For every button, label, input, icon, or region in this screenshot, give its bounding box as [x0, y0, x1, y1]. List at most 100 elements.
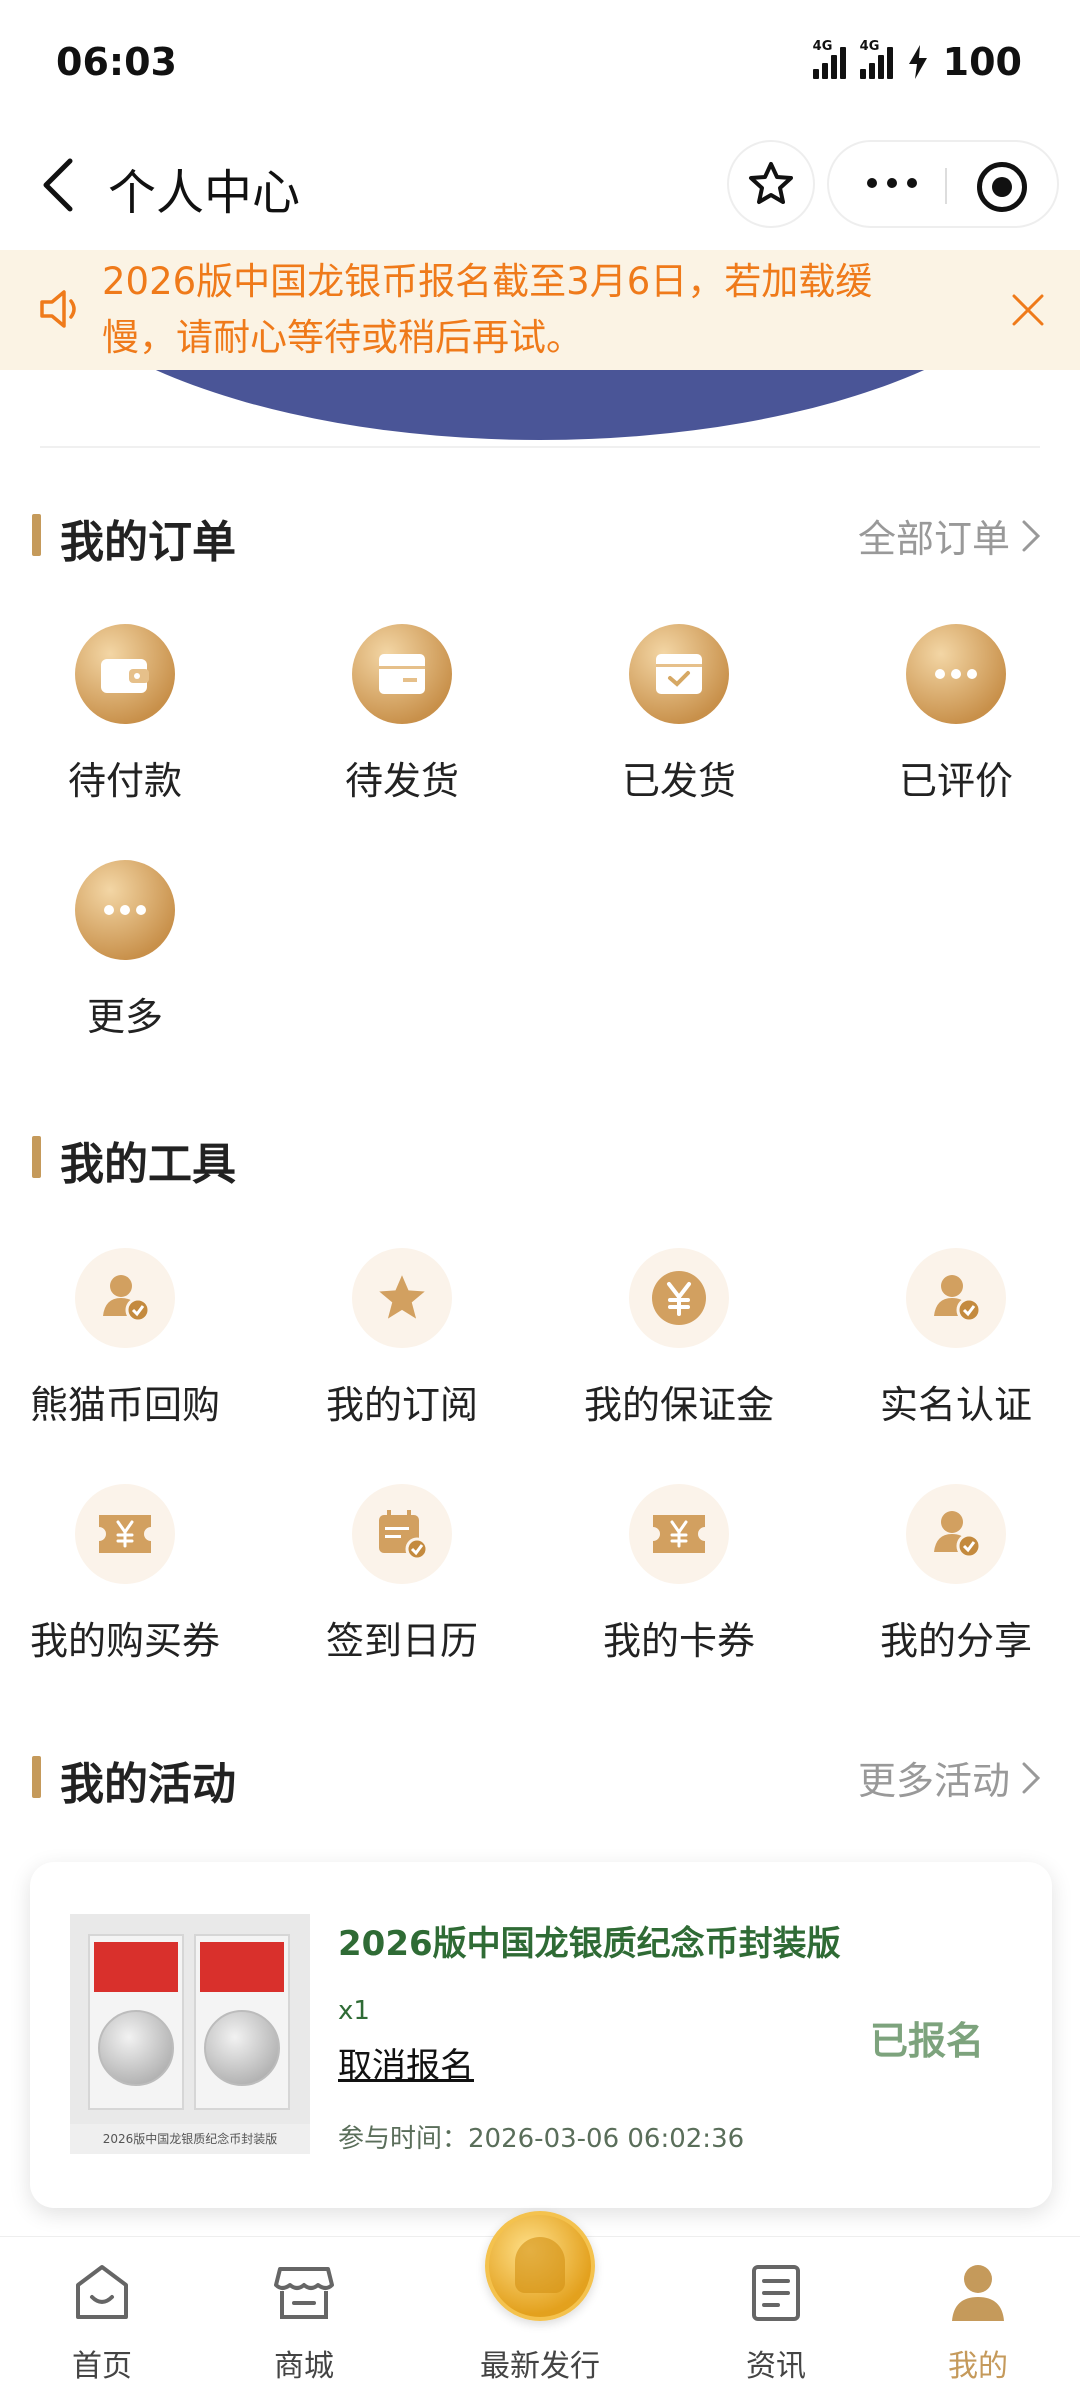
- time-value: 2026-03-06 06:02:36: [468, 2124, 745, 2154]
- close-icon[interactable]: [1008, 290, 1048, 330]
- tools-title: 我的工具: [60, 1139, 236, 1190]
- tool-item-label: 我的购买券: [29, 1619, 220, 1663]
- section-accent-bar: [32, 514, 41, 556]
- tool-item-label: 我的分享: [879, 1619, 1032, 1663]
- notice-banner: 2026版中国龙银币报名截至3月6日，若加载缓慢，请耐心等待或稍后再试。: [0, 250, 1080, 370]
- activities-title: 我的活动: [60, 1759, 236, 1810]
- orders-title: 我的订单: [60, 517, 236, 568]
- chat-dots-icon: [906, 624, 1006, 724]
- cellular-signal-icon: 4G: [812, 39, 846, 79]
- activity-time: 参与时间：2026-03-06 06:02:36: [338, 2118, 744, 2155]
- back-arrow-icon[interactable]: [36, 155, 86, 215]
- favorite-button[interactable]: [727, 140, 815, 228]
- tool-item-deposit[interactable]: 我的保证金: [544, 1248, 814, 1438]
- navigation-bar: 个人中心: [0, 125, 1080, 245]
- more-activities-label: 更多活动: [857, 1759, 1010, 1803]
- tool-item-label: 我的卡券: [602, 1619, 755, 1663]
- divider: [40, 446, 1040, 448]
- tab-label: 首页: [72, 2349, 132, 2384]
- activity-card[interactable]: 2026版中国龙银质纪念币封装版 2026版中国龙银质纪念币封装版 x1 取消报…: [30, 1862, 1052, 2208]
- activity-title: 2026版中国龙银质纪念币封装版: [338, 1924, 841, 1964]
- tab-label: 我的: [948, 2349, 1008, 2384]
- tab-label: 资讯: [746, 2349, 806, 2384]
- user-check-icon: [75, 1248, 175, 1348]
- section-accent-bar: [32, 1756, 41, 1798]
- close-miniapp-icon[interactable]: [977, 162, 1027, 212]
- tab-news[interactable]: 资讯: [706, 2237, 846, 2400]
- order-item-pending-payment[interactable]: 待付款: [0, 624, 260, 814]
- all-orders-label: 全部订单: [857, 517, 1010, 561]
- order-item-more[interactable]: 更多: [0, 860, 260, 1050]
- notice-text: 2026版中国龙银币报名截至3月6日，若加载缓慢，请耐心等待或稍后再试。: [102, 260, 873, 359]
- more-menu-icon[interactable]: [867, 178, 917, 188]
- tool-item-purchase-voucher[interactable]: 我的购买券: [0, 1484, 260, 1674]
- chevron-right-icon: [1022, 520, 1041, 551]
- user-check-icon: [906, 1484, 1006, 1584]
- news-icon: [752, 2265, 800, 2321]
- charging-bolt-icon: [908, 45, 927, 79]
- coin-slab-right: [194, 1934, 290, 2110]
- user-check-icon: [906, 1248, 1006, 1348]
- coin-product-image: 2026版中国龙银质纪念币封装版: [70, 1914, 310, 2154]
- tool-item-label: 签到日历: [325, 1619, 478, 1663]
- tool-item-subscription[interactable]: 我的订阅: [267, 1248, 537, 1438]
- orders-section-header: 我的订单 全部订单: [32, 504, 1052, 568]
- wallet-icon: [75, 624, 175, 724]
- cancel-registration-link[interactable]: 取消报名: [338, 2038, 474, 2087]
- tool-item-my-share[interactable]: 我的分享: [821, 1484, 1080, 1674]
- tool-item-real-name-auth[interactable]: 实名认证: [821, 1248, 1080, 1438]
- tab-mall[interactable]: 商城: [234, 2237, 374, 2400]
- speaker-icon: [40, 290, 76, 328]
- tool-item-panda-buyback[interactable]: 熊猫币回购: [0, 1248, 260, 1438]
- order-item-label: 待发货: [344, 759, 459, 803]
- page-title: 个人中心: [108, 165, 301, 221]
- order-item-label: 已发货: [621, 759, 736, 803]
- yen-ticket-icon: [629, 1484, 729, 1584]
- battery-level: 100: [942, 40, 1022, 84]
- status-time: 06:03: [56, 40, 177, 84]
- cellular-signal-icon-2: 4G: [859, 39, 893, 79]
- shipped-box-icon: [629, 624, 729, 724]
- all-orders-link[interactable]: 全部订单: [858, 508, 1042, 563]
- coin-slab-left: [88, 1934, 184, 2110]
- more-dots-icon: [75, 860, 175, 960]
- gold-medal-icon: [485, 2211, 595, 2321]
- tab-home[interactable]: 首页: [32, 2237, 172, 2400]
- order-item-label: 待付款: [67, 759, 182, 803]
- more-activities-link[interactable]: 更多活动: [858, 1750, 1042, 1805]
- status-indicators: 4G 4G 100: [812, 39, 1022, 84]
- yen-coin-icon: [629, 1248, 729, 1348]
- tools-section-header: 我的工具: [32, 1126, 1052, 1190]
- tool-item-checkin-calendar[interactable]: 签到日历: [267, 1484, 537, 1674]
- chevron-right-icon: [1022, 1762, 1041, 1793]
- star-outline-icon: [749, 162, 793, 204]
- star-icon: [352, 1248, 452, 1348]
- box-icon: [352, 624, 452, 724]
- network-type-label: 4G: [812, 39, 833, 54]
- activities-section-header: 我的活动 更多活动: [32, 1746, 1052, 1810]
- tool-item-label: 我的保证金: [583, 1383, 774, 1427]
- tool-item-label: 熊猫币回购: [29, 1383, 220, 1427]
- registration-status: 已报名: [870, 2019, 985, 2063]
- miniapp-capsule: [827, 140, 1059, 228]
- capsule-divider: [945, 168, 947, 204]
- profile-icon: [952, 2265, 1004, 2321]
- order-item-reviewed[interactable]: 已评价: [821, 624, 1080, 814]
- bottom-tab-bar: 首页 商城 最新发行 资讯 我的: [0, 2211, 1080, 2400]
- tab-label: 最新发行: [480, 2349, 600, 2384]
- order-item-shipped[interactable]: 已发货: [544, 624, 814, 814]
- order-item-pending-shipment[interactable]: 待发货: [267, 624, 537, 814]
- section-accent-bar: [32, 1136, 41, 1178]
- tab-profile[interactable]: 我的: [908, 2237, 1048, 2400]
- calendar-check-icon: [352, 1484, 452, 1584]
- tab-new-release[interactable]: 最新发行: [460, 2211, 620, 2400]
- time-label: 参与时间：: [338, 2124, 469, 2154]
- tool-item-label: 实名认证: [879, 1383, 1032, 1427]
- home-icon: [76, 2265, 128, 2319]
- tool-item-my-cards[interactable]: 我的卡券: [544, 1484, 814, 1674]
- shop-icon: [274, 2267, 334, 2319]
- profile-banner: [0, 370, 1080, 445]
- image-caption: 2026版中国龙银质纪念币封装版: [70, 2124, 310, 2154]
- order-item-label: 已评价: [898, 759, 1013, 803]
- tab-label: 商城: [274, 2349, 334, 2384]
